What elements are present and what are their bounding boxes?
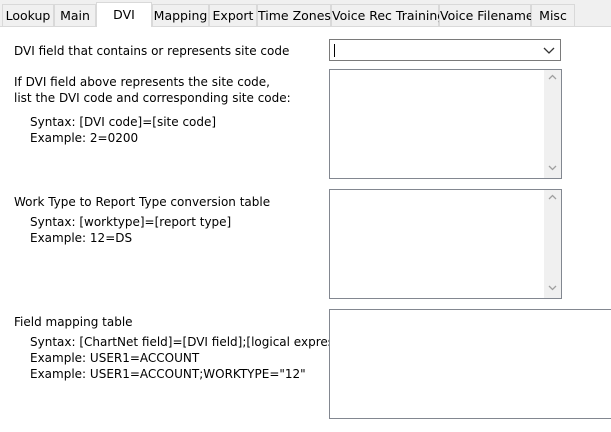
site-code-label: DVI field that contains or represents si…: [14, 44, 290, 58]
tab-main[interactable]: Main: [54, 4, 96, 26]
field-mapping-syntax: Syntax: [ChartNet field]=[DVI field];[lo…: [30, 335, 364, 349]
field-mapping-textarea[interactable]: [329, 309, 611, 419]
chevron-down-icon[interactable]: [542, 43, 556, 57]
site-mapping-example: Example: 2=0200: [30, 131, 139, 145]
tab-misc[interactable]: Misc: [531, 4, 575, 26]
tab-time-zones[interactable]: Time Zones: [257, 4, 331, 26]
field-mapping-example-2: Example: USER1=ACCOUNT;WORKTYPE="12": [30, 367, 306, 381]
tab-lookup[interactable]: Lookup: [2, 4, 54, 26]
work-type-label: Work Type to Report Type conversion tabl…: [14, 195, 271, 209]
scroll-down-icon[interactable]: [544, 281, 561, 298]
site-mapping-label-line2: list the DVI code and corresponding site…: [14, 91, 291, 105]
tab-divider: [0, 26, 611, 27]
site-mapping-textarea[interactable]: [329, 69, 562, 179]
site-mapping-syntax: Syntax: [DVI code]=[site code]: [30, 115, 217, 129]
text-caret: [334, 44, 335, 57]
tab-dvi[interactable]: DVI: [96, 2, 152, 27]
site-code-dropdown[interactable]: [329, 39, 561, 61]
tab-voice-rec-training[interactable]: Voice Rec Training: [331, 4, 445, 26]
work-type-scrollbar[interactable]: [544, 190, 561, 298]
work-type-textarea[interactable]: [329, 189, 562, 299]
scroll-up-icon[interactable]: [544, 70, 561, 87]
scroll-down-icon[interactable]: [544, 161, 561, 178]
tab-voice-filename[interactable]: Voice Filename: [439, 4, 534, 26]
work-type-example: Example: 12=DS: [30, 231, 133, 245]
field-mapping-label: Field mapping table: [14, 315, 133, 329]
scroll-up-icon[interactable]: [544, 190, 561, 207]
tab-export[interactable]: Export: [209, 4, 257, 26]
site-mapping-label-line1: If DVI field above represents the site c…: [14, 75, 270, 89]
work-type-syntax: Syntax: [worktype]=[report type]: [30, 215, 232, 229]
tab-mapping[interactable]: Mapping: [152, 4, 209, 26]
field-mapping-example-1: Example: USER1=ACCOUNT: [30, 351, 200, 365]
site-mapping-scrollbar[interactable]: [544, 70, 561, 178]
